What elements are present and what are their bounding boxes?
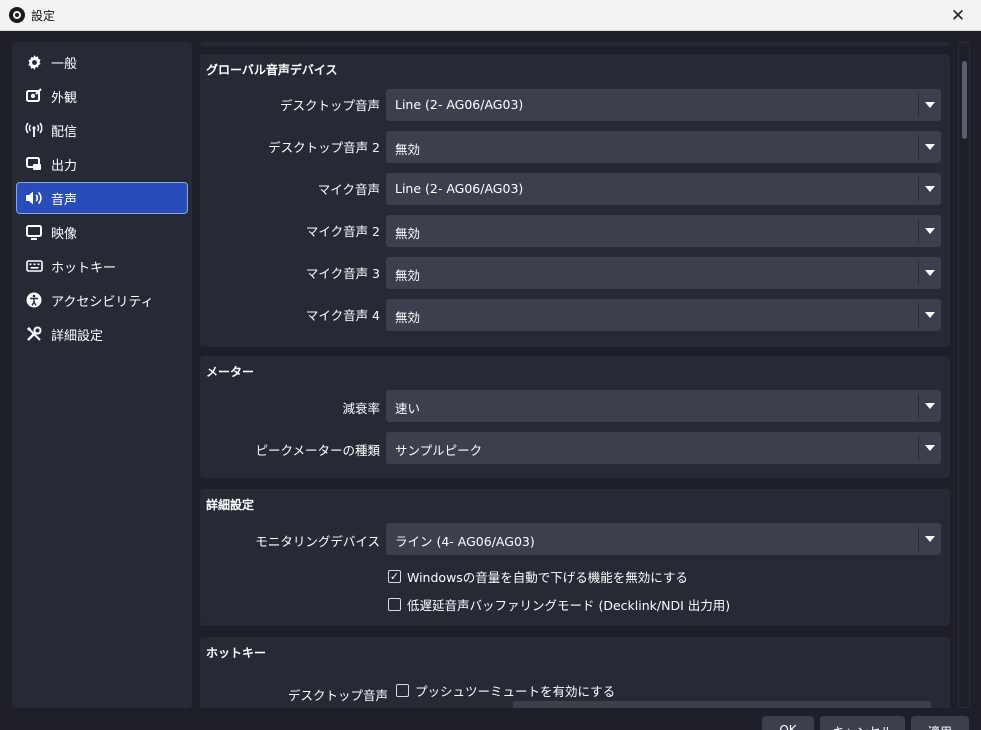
chevron-down-icon <box>925 536 935 542</box>
decay-rate-label: 減衰率 <box>342 401 380 416</box>
scrollbar-thumb[interactable] <box>962 61 967 139</box>
sidebar-item-advanced[interactable]: 詳細設定 <box>16 318 188 350</box>
speaker-icon <box>25 189 43 207</box>
previous-group-bottom <box>200 42 950 46</box>
desktop-audio-hotkey-label: デスクトップ音声 <box>287 688 388 703</box>
mic-audio-4-label: マイク音声 4 <box>305 308 380 323</box>
advanced-group: 詳細設定 モニタリングデバイス ライン (4- AG06/AG03) ✓ Win… <box>200 489 950 626</box>
settings-sidebar: 一般 外観 配信 出力 音声 映像 ホットキー アクセシビリティ 詳細設定 <box>12 42 192 708</box>
group-title: メーター <box>206 365 255 379</box>
hotkeys-group: ホットキー デスクトップ音声 プッシュツーミュートを有効にする <box>200 637 950 708</box>
sidebar-item-general[interactable]: 一般 <box>16 46 188 78</box>
group-title: グローバル音声デバイス <box>206 63 338 77</box>
desktop-audio-label: デスクトップ音声 <box>279 98 380 113</box>
peak-meter-type-label: ピークメーターの種類 <box>255 443 380 458</box>
sidebar-item-label: 外観 <box>51 90 78 106</box>
monitor-icon <box>25 223 43 241</box>
disable-ducking-checkbox-row[interactable]: ✓ Windowsの音量を自動で下げる機能を無効にする <box>388 567 688 586</box>
sidebar-item-video[interactable]: 映像 <box>16 216 188 248</box>
group-title: ホットキー <box>206 646 267 660</box>
chevron-down-icon <box>925 403 935 409</box>
mic-audio-label: マイク音声 <box>317 182 380 197</box>
sidebar-item-label: 詳細設定 <box>51 328 104 344</box>
keyboard-icon <box>25 257 43 275</box>
monitoring-device-select[interactable]: ライン (4- AG06/AG03) <box>386 523 941 555</box>
low-latency-label: 低遅延音声バッファリングモード (Decklink/NDI 出力用) <box>407 598 731 613</box>
meter-group: メーター 減衰率 速い ピークメーターの種類 サンプルピーク <box>200 356 950 478</box>
sidebar-item-label: 出力 <box>51 158 78 174</box>
chevron-down-icon <box>925 102 935 108</box>
output-icon <box>25 155 43 173</box>
title-bar: 設定 ✕ <box>0 0 981 31</box>
ok-button[interactable]: OK <box>762 716 814 730</box>
desktop-audio-2-label: デスクトップ音声 2 <box>268 140 380 155</box>
hotkey-input[interactable] <box>513 701 931 708</box>
sidebar-item-hotkeys[interactable]: ホットキー <box>16 250 188 282</box>
sidebar-item-label: 音声 <box>51 192 78 208</box>
sidebar-item-label: 一般 <box>51 56 78 72</box>
decay-rate-select[interactable]: 速い <box>386 390 941 422</box>
chevron-down-icon <box>925 228 935 234</box>
desktop-audio-select[interactable]: Line (2- AG06/AG03) <box>386 89 941 121</box>
low-latency-checkbox[interactable] <box>388 598 401 611</box>
chevron-down-icon <box>925 270 935 276</box>
mic-audio-select[interactable]: Line (2- AG06/AG03) <box>386 173 941 205</box>
broadcast-icon <box>25 121 43 139</box>
peak-meter-type-select[interactable]: サンプルピーク <box>386 432 941 464</box>
obs-logo-icon <box>9 7 25 23</box>
gear-icon <box>25 53 43 71</box>
mic-audio-2-select[interactable]: 無効 <box>386 215 941 247</box>
accessibility-icon <box>25 291 43 309</box>
chevron-down-icon <box>925 144 935 150</box>
sidebar-item-audio[interactable]: 音声 <box>16 182 188 214</box>
chevron-down-icon <box>925 445 935 451</box>
mic-audio-4-select[interactable]: 無効 <box>386 299 941 331</box>
mic-audio-3-label: マイク音声 3 <box>305 266 380 281</box>
sidebar-item-label: 映像 <box>51 226 78 242</box>
sidebar-item-output[interactable]: 出力 <box>16 148 188 180</box>
window-title: 設定 <box>31 9 56 23</box>
close-icon[interactable]: ✕ <box>935 0 981 31</box>
sidebar-item-label: 配信 <box>51 124 78 140</box>
content-scrollbar[interactable] <box>958 42 970 708</box>
mic-audio-2-label: マイク音声 2 <box>305 224 380 239</box>
appearance-icon <box>25 87 43 105</box>
global-audio-group: グローバル音声デバイス デスクトップ音声 Line (2- AG06/AG03)… <box>200 54 950 347</box>
sidebar-item-appearance[interactable]: 外観 <box>16 80 188 112</box>
cancel-button[interactable]: キャンセル <box>820 716 905 730</box>
settings-content: グローバル音声デバイス デスクトップ音声 Line (2- AG06/AG03)… <box>200 42 950 708</box>
sidebar-item-stream[interactable]: 配信 <box>16 114 188 146</box>
disable-ducking-checkbox[interactable]: ✓ <box>388 570 401 583</box>
group-title: 詳細設定 <box>206 498 255 512</box>
sidebar-item-label: アクセシビリティ <box>51 294 154 310</box>
push-to-mute-checkbox-row[interactable]: プッシュツーミュートを有効にする <box>396 681 615 700</box>
low-latency-checkbox-row[interactable]: 低遅延音声バッファリングモード (Decklink/NDI 出力用) <box>388 595 730 614</box>
sidebar-item-label: ホットキー <box>51 260 117 276</box>
mic-audio-3-select[interactable]: 無効 <box>386 257 941 289</box>
disable-ducking-label: Windowsの音量を自動で下げる機能を無効にする <box>407 570 688 585</box>
sidebar-item-accessibility[interactable]: アクセシビリティ <box>16 284 188 316</box>
push-to-mute-checkbox[interactable] <box>396 684 409 697</box>
monitoring-device-label: モニタリングデバイス <box>255 534 380 549</box>
desktop-audio-2-select[interactable]: 無効 <box>386 131 941 163</box>
chevron-down-icon <box>925 186 935 192</box>
push-to-mute-label: プッシュツーミュートを有効にする <box>415 684 616 699</box>
chevron-down-icon <box>925 312 935 318</box>
tools-icon <box>25 325 43 343</box>
apply-button[interactable]: 適用 <box>911 716 969 730</box>
